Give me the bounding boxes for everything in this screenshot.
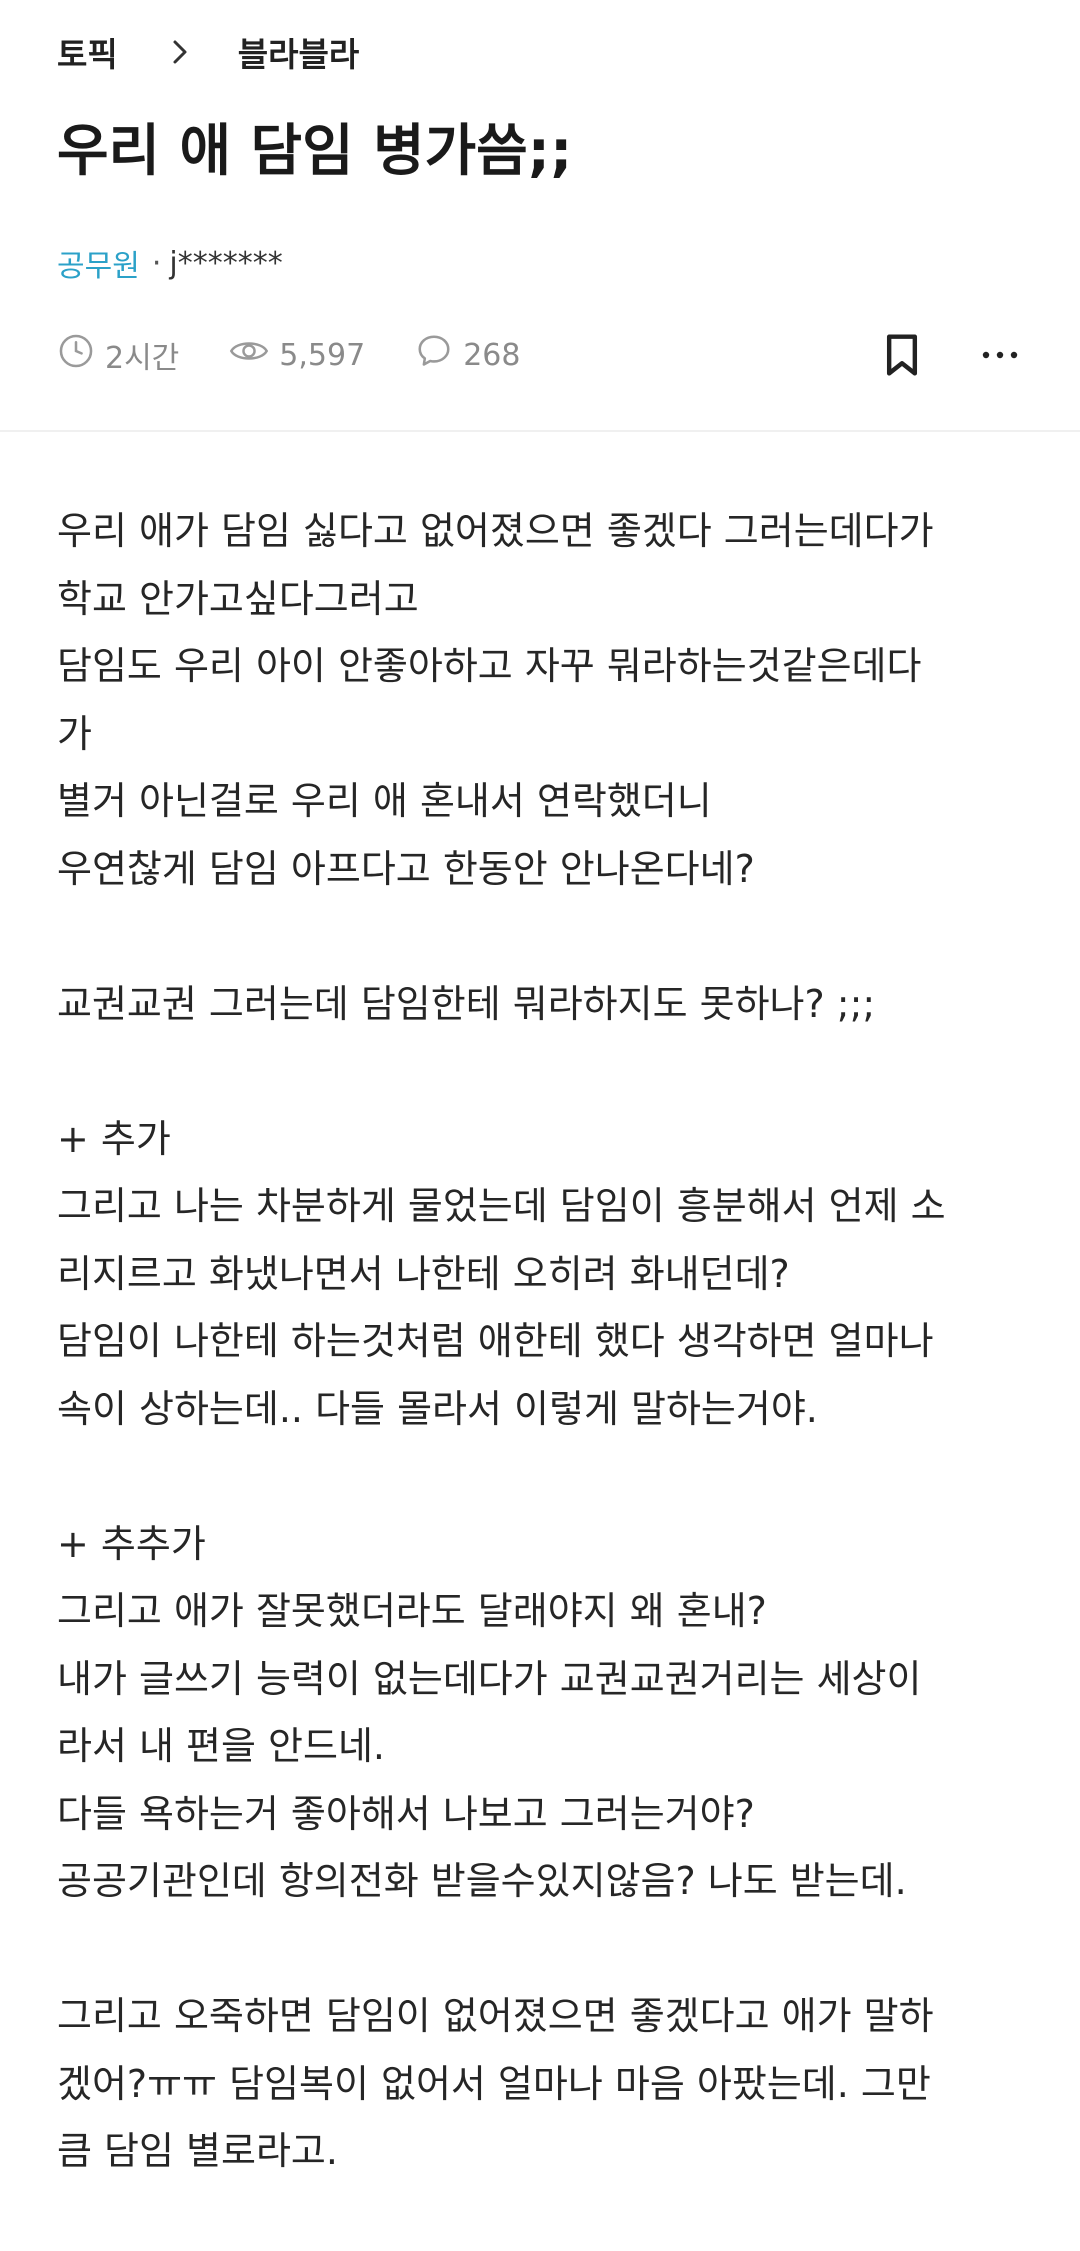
post-body-line: 내가 글쓰기 능력이 없는데다가 교권교권거리는 세상이 [57, 1656, 922, 1701]
post-time: 2시간 [105, 341, 180, 376]
eye-icon [229, 332, 279, 378]
post-stats: 2시간 5,597 268 [57, 330, 520, 380]
post-body-line: 공공기관인데 항의전화 받을수있지않음? 나도 받는데. [57, 1859, 907, 1903]
post-body: 우리 애가 담임 싫다고 없어졌으면 좋겠다 그러는데다가학교 안가고싶다그러고… [57, 498, 1027, 2186]
post-body-line: 그리고 오죽하면 담임이 없어졌으면 좋겠다고 애가 말하 [57, 1994, 934, 2038]
post-views: 5,597 [279, 337, 366, 373]
post-title: 우리 애 담임 병가씀;; [57, 119, 573, 184]
post-body-line: 우연찮게 담임 아프다고 한동안 안나온다네? [57, 846, 755, 891]
post-body-line: 그리고 나는 차분하게 물었는데 담임이 흥분해서 언제 소 [57, 1184, 946, 1228]
post-body-line: + 추추가 [57, 1521, 206, 1566]
post-body-line: + 추가 [57, 1116, 171, 1161]
post-category[interactable]: 공무원 [57, 241, 140, 285]
post-body-line: 학교 안가고싶다그러고 [57, 576, 419, 621]
post-body-line [57, 1443, 1027, 1511]
comment-bubble-icon [415, 332, 463, 378]
post-body-line: 그리고 애가 잘못했더라도 달래야지 왜 혼내? [57, 1589, 767, 1633]
meta-separator: · [151, 245, 162, 281]
post-body-line: 리지르고 화냈나면서 나한테 오히려 화내던데? [57, 1251, 790, 1296]
post-body-line: 겠어?ㅠㅠ 담임복이 없어서 얼마나 마음 아팠는데. 그만 [57, 2061, 931, 2106]
post-comment-count: 268 [463, 337, 521, 373]
clock-icon [57, 332, 105, 378]
post-body-line [57, 1038, 1027, 1106]
chevron-right-icon [158, 30, 202, 74]
breadcrumb: 토픽 블라블라 [57, 24, 359, 80]
stat-comments[interactable]: 268 [415, 332, 520, 378]
post-meta: 공무원 · j******* [57, 240, 283, 286]
post-body-line: 라서 내 편을 안드네. [57, 1724, 385, 1768]
post-body-line: 우리 애가 담임 싫다고 없어졌으면 좋겠다 그러는데다가 [57, 509, 934, 553]
post-body-line: 가 [57, 711, 92, 756]
stat-time: 2시간 [57, 332, 179, 378]
post-body-line: 별거 아닌걸로 우리 애 혼내서 연락했더니 [57, 779, 712, 823]
breadcrumb-topic[interactable]: 토픽 [57, 28, 118, 76]
post-body-line: 담임도 우리 아이 안좋아하고 자꾸 뭐라하는것같은데다 [57, 644, 922, 688]
more-horizontal-icon[interactable] [982, 350, 1018, 360]
post-body-line [57, 903, 1027, 971]
post-body-line: 담임이 나한테 하는것처럼 애한테 했다 생각하면 얼마나 [57, 1319, 934, 1363]
post-body-line [57, 1916, 1027, 1984]
header-divider [0, 430, 1080, 432]
post-body-line: 교권교권 그러는데 담임한테 뭐라하지도 못하나? ;;; [57, 981, 876, 1026]
stat-views: 5,597 [229, 332, 365, 378]
post-body-line: 속이 상하는데.. 다들 몰라서 이렇게 말하는거야. [57, 1386, 818, 1431]
post-author: j******* [169, 245, 283, 281]
post-actions [882, 328, 1018, 382]
bookmark-icon[interactable] [882, 333, 922, 377]
post-body-line: 다들 욕하는거 좋아해서 나보고 그러는거야? [57, 1791, 755, 1836]
breadcrumb-board[interactable]: 블라블라 [238, 28, 359, 76]
post-body-line: 큼 담임 별로라고. [57, 2129, 338, 2173]
